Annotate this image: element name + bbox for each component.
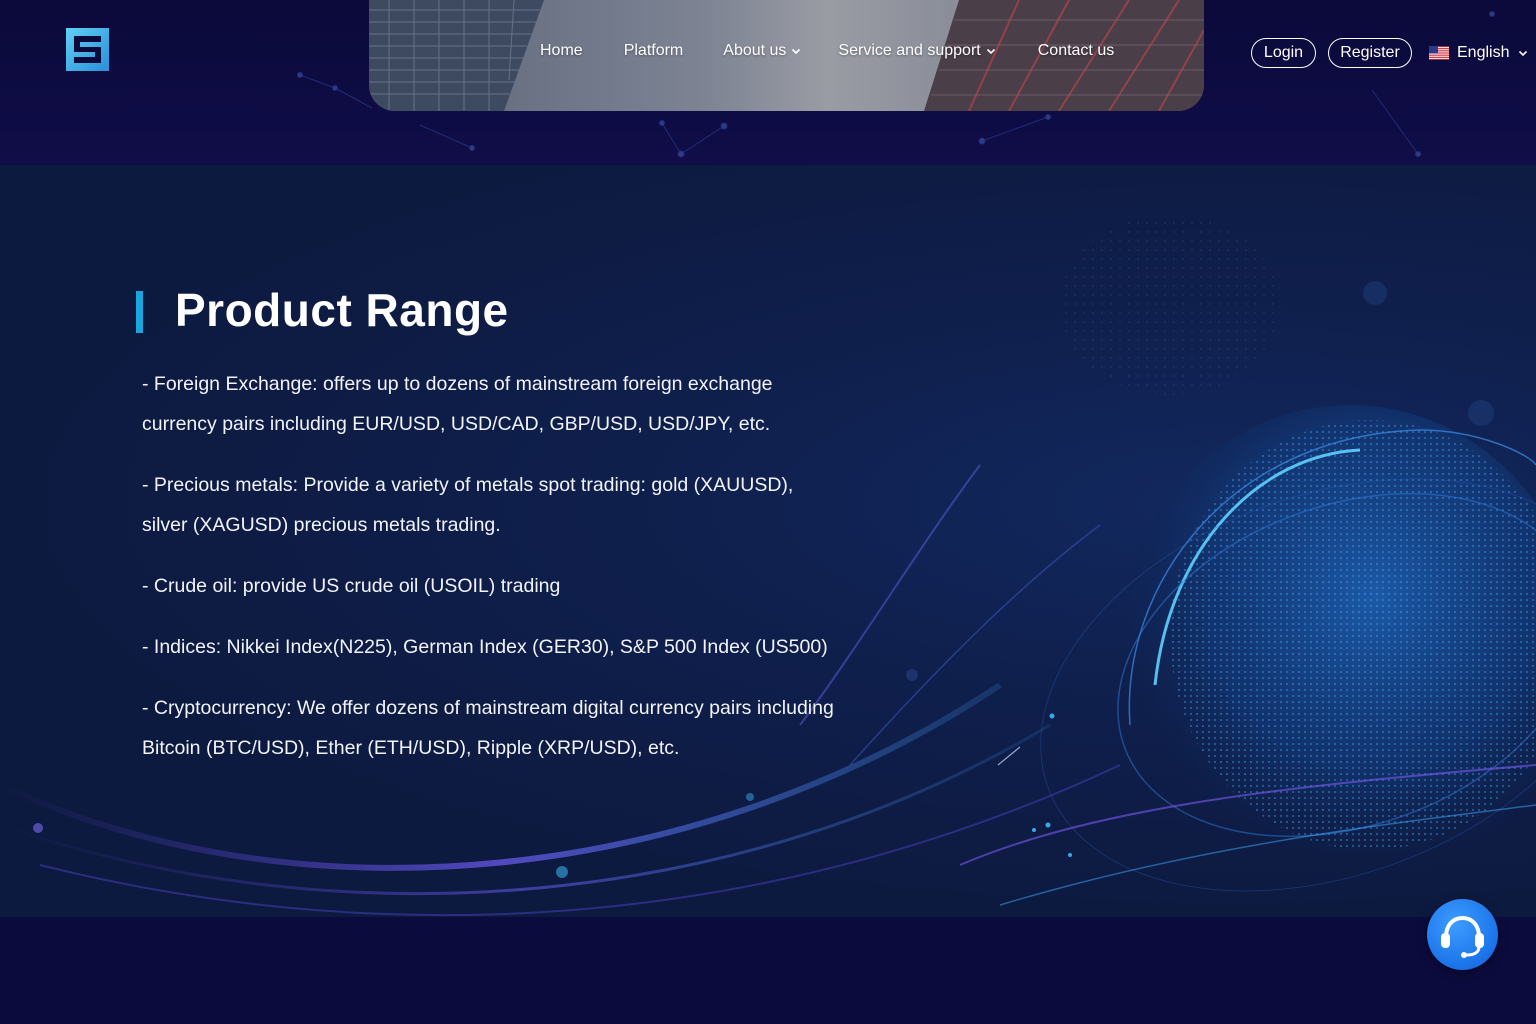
chevron-down-icon — [792, 48, 801, 55]
us-flag-icon — [1429, 46, 1449, 60]
product-item-cryptocurrency: - Cryptocurrency: We offer dozens of mai… — [142, 697, 834, 759]
register-button[interactable]: Register — [1328, 38, 1412, 68]
login-button-label: Login — [1263, 44, 1304, 61]
product-list: - Foreign Exchange: offers up to dozens … — [142, 364, 842, 789]
nav-about-us-label: About us — [723, 42, 787, 59]
product-item-precious-metals: - Precious metals: Provide a variety of … — [142, 474, 794, 536]
customer-support-button[interactable] — [1427, 899, 1498, 970]
register-button-label: Register — [1340, 44, 1400, 61]
login-button[interactable]: Login — [1251, 38, 1316, 68]
nav-service-and-support[interactable]: Service and support — [838, 42, 995, 60]
nav-contact-us-label: Contact us — [1037, 42, 1115, 59]
nav-contact-us[interactable]: Contact us — [1038, 42, 1114, 60]
nav-home-label: Home — [540, 42, 583, 59]
nav-about-us[interactable]: About us — [723, 42, 801, 60]
nav-platform[interactable]: Platform — [624, 42, 684, 60]
footer-band — [0, 917, 1536, 1024]
chevron-down-icon — [986, 48, 995, 55]
brand-logo-icon[interactable] — [66, 28, 109, 71]
chevron-down-icon — [1519, 50, 1528, 57]
nav-home[interactable]: Home — [540, 42, 583, 60]
title-accent-bar — [136, 291, 143, 333]
page-title: Product Range — [175, 284, 509, 336]
product-item-forex: - Foreign Exchange: offers up to dozens … — [142, 373, 773, 435]
headset-icon — [1441, 915, 1484, 958]
product-range-section: Product Range - Foreign Exchange: offers… — [0, 165, 1536, 917]
language-label: English — [1457, 44, 1510, 61]
product-item-crude-oil: - Crude oil: provide US crude oil (USOIL… — [142, 575, 561, 597]
language-selector[interactable]: English — [1429, 44, 1528, 62]
site-header: Home Platform About us Service and suppo… — [0, 0, 1536, 165]
main-navigation: Home Platform About us Service and suppo… — [540, 42, 1114, 60]
product-item-indices: - Indices: Nikkei Index(N225), German In… — [142, 636, 828, 658]
nav-service-and-support-label: Service and support — [838, 42, 981, 59]
nav-platform-label: Platform — [623, 42, 684, 59]
